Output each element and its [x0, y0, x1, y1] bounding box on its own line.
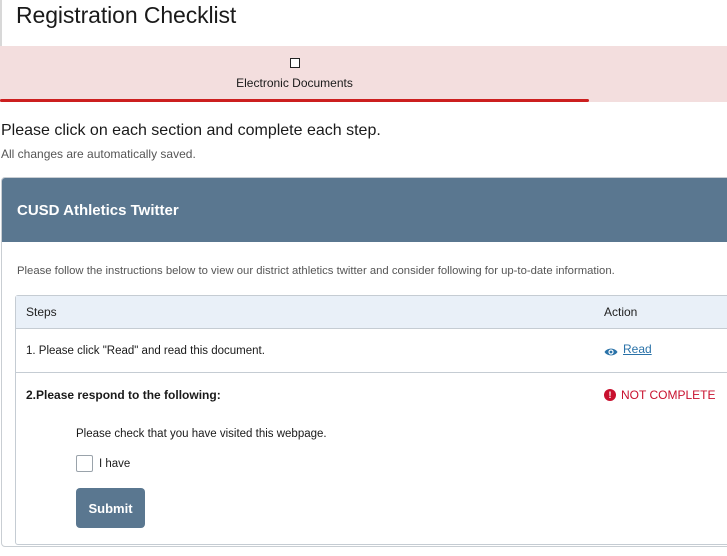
- action-column-header: Action: [604, 305, 638, 319]
- steps-table: Steps Action 1. Please click "Read" and …: [15, 295, 727, 545]
- left-divider: [0, 0, 2, 46]
- submit-button[interactable]: Submit: [76, 488, 145, 528]
- tab-bar: Electronic Documents: [0, 46, 727, 102]
- steps-column-header: Steps: [26, 305, 57, 319]
- read-link-label: Read: [623, 342, 652, 356]
- registration-page: Registration Checklist Electronic Docume…: [0, 0, 727, 556]
- eye-icon: [604, 344, 618, 356]
- page-title: Registration Checklist: [16, 2, 237, 28]
- checkbox-label: I have: [99, 457, 131, 470]
- step-1-text: 1. Please click "Read" and read this doc…: [26, 345, 265, 357]
- tab-electronic-documents[interactable]: Electronic Documents: [0, 46, 589, 102]
- section-title: CUSD Athletics Twitter: [17, 202, 179, 219]
- alert-icon: !: [604, 389, 616, 401]
- step-2-title: 2.Please respond to the following:: [26, 388, 221, 402]
- autosave-note: All changes are automatically saved.: [1, 147, 196, 161]
- status-text: NOT COMPLETE: [621, 388, 716, 402]
- read-link[interactable]: Read: [604, 342, 652, 356]
- section-card: CUSD Athletics Twitter Please follow the…: [1, 177, 727, 547]
- status-badge: ! NOT COMPLETE: [604, 388, 715, 402]
- tab-label: Electronic Documents: [236, 76, 353, 90]
- checkbox-outline-icon: [290, 58, 300, 68]
- visited-checkbox[interactable]: [76, 455, 93, 472]
- visited-checkbox-row[interactable]: I have: [76, 455, 130, 472]
- section-description: Please follow the instructions below to …: [17, 265, 615, 277]
- table-row: 1. Please click "Read" and read this doc…: [16, 329, 727, 373]
- active-tab-indicator: [0, 99, 589, 102]
- instructions-text: Please click on each section and complet…: [1, 122, 381, 139]
- section-header[interactable]: CUSD Athletics Twitter: [2, 178, 727, 242]
- table-header-row: Steps Action: [16, 296, 727, 329]
- question-text: Please check that you have visited this …: [76, 428, 327, 440]
